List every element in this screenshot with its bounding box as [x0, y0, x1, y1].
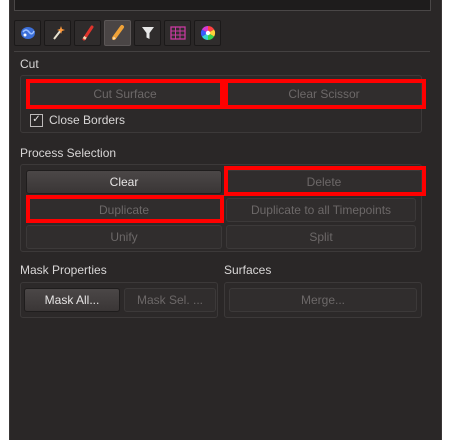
delete-button[interactable]: Delete: [226, 170, 422, 194]
close-borders-row[interactable]: ✓ Close Borders: [30, 113, 125, 127]
clear-scissor-button[interactable]: Clear Scissor: [226, 82, 422, 106]
red-pencil-icon[interactable]: [74, 20, 101, 46]
brain-icon[interactable]: [14, 20, 41, 46]
cut-surface-button[interactable]: Cut Surface: [28, 82, 222, 106]
surfaces-title: Surfaces: [224, 263, 272, 277]
process-selection-title: Process Selection: [20, 146, 117, 160]
cut-section-title: Cut: [20, 57, 39, 71]
mask-properties-title: Mask Properties: [20, 263, 107, 277]
duplicate-button[interactable]: Duplicate: [26, 198, 222, 222]
grid-icon[interactable]: [164, 20, 191, 46]
unify-button[interactable]: Unify: [26, 225, 222, 249]
mask-all-button[interactable]: Mask All...: [24, 288, 120, 312]
top-scroll-bar: [14, 0, 431, 11]
mask-selection-button[interactable]: Mask Sel. ...: [124, 288, 216, 312]
magic-wand-icon[interactable]: [44, 20, 71, 46]
filter-icon[interactable]: [134, 20, 161, 46]
toolbar-divider: [14, 51, 430, 52]
color-wheel-icon[interactable]: [194, 20, 221, 46]
clear-button[interactable]: Clear: [26, 170, 222, 194]
merge-button[interactable]: Merge...: [229, 288, 417, 312]
close-borders-checkbox[interactable]: ✓: [30, 113, 43, 127]
toolbar: [14, 20, 221, 48]
pencil-icon[interactable]: [104, 20, 131, 46]
duplicate-to-all-timepoints-button[interactable]: Duplicate to all Timepoints: [226, 198, 416, 222]
split-button[interactable]: Split: [226, 225, 416, 249]
close-borders-label: Close Borders: [49, 113, 126, 127]
